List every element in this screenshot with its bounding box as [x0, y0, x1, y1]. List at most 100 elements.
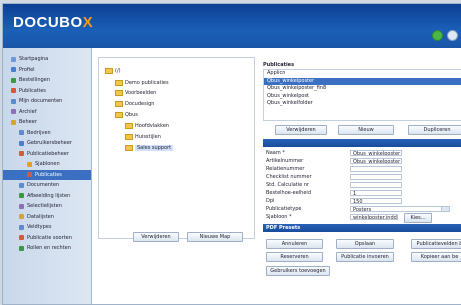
form-field[interactable]: 150: [350, 198, 402, 204]
form-field[interactable]: [350, 174, 402, 180]
form-field[interactable]: winkelposter.indd: [350, 214, 398, 220]
tree-label: (/): [115, 68, 121, 74]
sidebar-item[interactable]: Documenten: [3, 180, 91, 191]
tree-root[interactable]: (/): [105, 68, 121, 74]
form-label: Artikelnummer: [266, 158, 304, 164]
publication-item[interactable]: Qbus_winkelpost: [264, 93, 461, 101]
publication-settings-button[interactable]: Publicatievelden b: [411, 239, 461, 249]
tree-label: Demo publicaties: [125, 80, 169, 86]
form-label: Sjabloon *: [266, 214, 292, 220]
tree-item[interactable]: Demo publicaties: [115, 80, 169, 86]
publication-type-select[interactable]: Posters: [350, 206, 450, 212]
sidebar-item[interactable]: Archief: [3, 107, 91, 118]
sidebar-item[interactable]: Veldtypes: [3, 222, 91, 233]
folder-icon: [125, 134, 133, 140]
form-label: Dpi: [266, 198, 275, 204]
tree-item[interactable]: Huisstijlen: [125, 134, 161, 140]
tree-label: Hoofdvlakken: [135, 123, 170, 129]
pub-remove-button[interactable]: Verwijderen: [275, 125, 327, 135]
cart-icon: [11, 77, 16, 83]
sidebar-item[interactable]: Publicatie soorten: [3, 233, 91, 244]
sidebar-item[interactable]: Profiel: [3, 65, 91, 76]
tree-item[interactable]: Voorbeelden: [115, 90, 156, 96]
docubox-logo[interactable]: DOCUBOX: [13, 14, 93, 31]
properties-header: [263, 139, 461, 147]
tree-item[interactable]: Qbus: [115, 112, 138, 118]
tree-label: Qbus: [125, 112, 138, 118]
reserve-button[interactable]: Reserveren: [266, 252, 323, 262]
tree-remove-button[interactable]: Verwijderen: [133, 232, 179, 242]
add-users-button[interactable]: Gebruikers toevoegen: [266, 266, 330, 276]
folder-icon: [125, 123, 133, 129]
company-icon: [19, 130, 24, 136]
sidebar-item[interactable]: Mijn documenten: [3, 96, 91, 107]
sidebar-item[interactable]: Bedrijven: [3, 128, 91, 139]
publication-item[interactable]: Qbus_winkelfolder: [264, 100, 461, 108]
form-field[interactable]: Qbus_winkelposter: [350, 158, 402, 164]
sidebar-item-label: Rollen en rechten: [27, 245, 71, 251]
save-button[interactable]: Opslaan: [336, 239, 394, 249]
publication-item[interactable]: Qbus_winkelposter: [264, 77, 461, 85]
folder-icon: [125, 145, 133, 151]
user-icon: [11, 67, 16, 73]
sidebar-item-label: Publicatiebeheer: [27, 150, 69, 157]
user-menu-icon[interactable]: [447, 30, 458, 41]
book-icon: [11, 88, 16, 94]
pub-new-button[interactable]: Nieuw: [338, 125, 394, 135]
form-label: Std. Calculatie nr: [266, 182, 310, 188]
tree-label: Huisstijlen: [135, 134, 161, 140]
form-field[interactable]: [350, 182, 402, 188]
sidebar-item[interactable]: Afbeelding lijsten: [3, 191, 91, 202]
sidebar-item-label: Publicaties: [19, 87, 46, 94]
sidebar-item-label: Gebruikersbeheer: [27, 140, 72, 146]
sidebar-item[interactable]: Startpagina: [3, 54, 91, 65]
tree-item[interactable]: Hoofdvlakken: [125, 123, 169, 129]
tree-label: Docudesign: [125, 101, 155, 107]
folder-icon: [115, 80, 123, 86]
sidebar-item[interactable]: Gebruikersbeheer: [3, 138, 91, 149]
chevron-down-icon: [441, 207, 449, 211]
sidebar-item[interactable]: Bestellingen: [3, 75, 91, 86]
template-icon: [27, 161, 32, 167]
pdf-presets-header: PDF Presets: [263, 224, 461, 232]
sidebar-item[interactable]: Datalijsten: [3, 212, 91, 223]
status-ok-icon[interactable]: [432, 30, 443, 41]
pub-duplicate-button[interactable]: Dupliceren: [408, 125, 461, 135]
sidebar-item[interactable]: Sjablonen: [3, 159, 91, 170]
sidebar: Startpagina Profiel Bestellingen Publicatie…: [3, 48, 92, 304]
sidebar-item-label: Beheer: [19, 119, 37, 125]
new-folder-button[interactable]: Nieuwe Map: [187, 232, 243, 242]
tree-item[interactable]: Docudesign: [115, 101, 154, 107]
sidebar-item[interactable]: Rollen en rechten: [3, 243, 91, 254]
form-field[interactable]: Qbus_winkelposter: [350, 150, 402, 156]
home-icon: [11, 56, 16, 62]
users-icon: [19, 140, 24, 146]
form-field[interactable]: [350, 166, 402, 172]
form-field[interactable]: 1: [350, 190, 402, 196]
field-value: Qbus_winkelposter: [353, 151, 401, 156]
sidebar-item[interactable]: Publicaties: [3, 169, 91, 180]
copy-button[interactable]: Kopieer aan be: [411, 252, 461, 262]
sidebar-item[interactable]: Publicatiebeheer: [3, 149, 91, 160]
sidebar-nav: Startpagina Profiel Bestellingen Publicatie…: [3, 48, 91, 254]
sidebar-item[interactable]: Selectielijsten: [3, 201, 91, 212]
sidebar-item-label: Profiel: [19, 66, 35, 73]
form-label: Publicatietype: [266, 206, 302, 212]
document-icon: [11, 98, 16, 104]
publication-item[interactable]: Qbus_winkelposter_fin8: [264, 85, 461, 93]
publications-title: Publicaties: [263, 62, 295, 68]
field-icon: [19, 224, 24, 230]
sidebar-item[interactable]: Beheer: [3, 117, 91, 128]
choose-template-button[interactable]: Kies...: [404, 213, 432, 223]
publication-icon: [19, 151, 24, 157]
publication-item[interactable]: Applicn: [264, 70, 461, 78]
cancel-button[interactable]: Annuleren: [266, 239, 323, 249]
folder-icon: [115, 90, 123, 96]
category-icon: [19, 235, 24, 241]
field-value: 1: [353, 191, 357, 196]
tree-item[interactable]: Sales support: [125, 145, 174, 151]
field-value: winkelposter.indd: [353, 215, 397, 220]
sidebar-item-label: Selectielijsten: [27, 203, 62, 209]
publication-make-button[interactable]: Publicatie invoeren: [336, 252, 394, 262]
sidebar-item[interactable]: Publicaties: [3, 86, 91, 97]
